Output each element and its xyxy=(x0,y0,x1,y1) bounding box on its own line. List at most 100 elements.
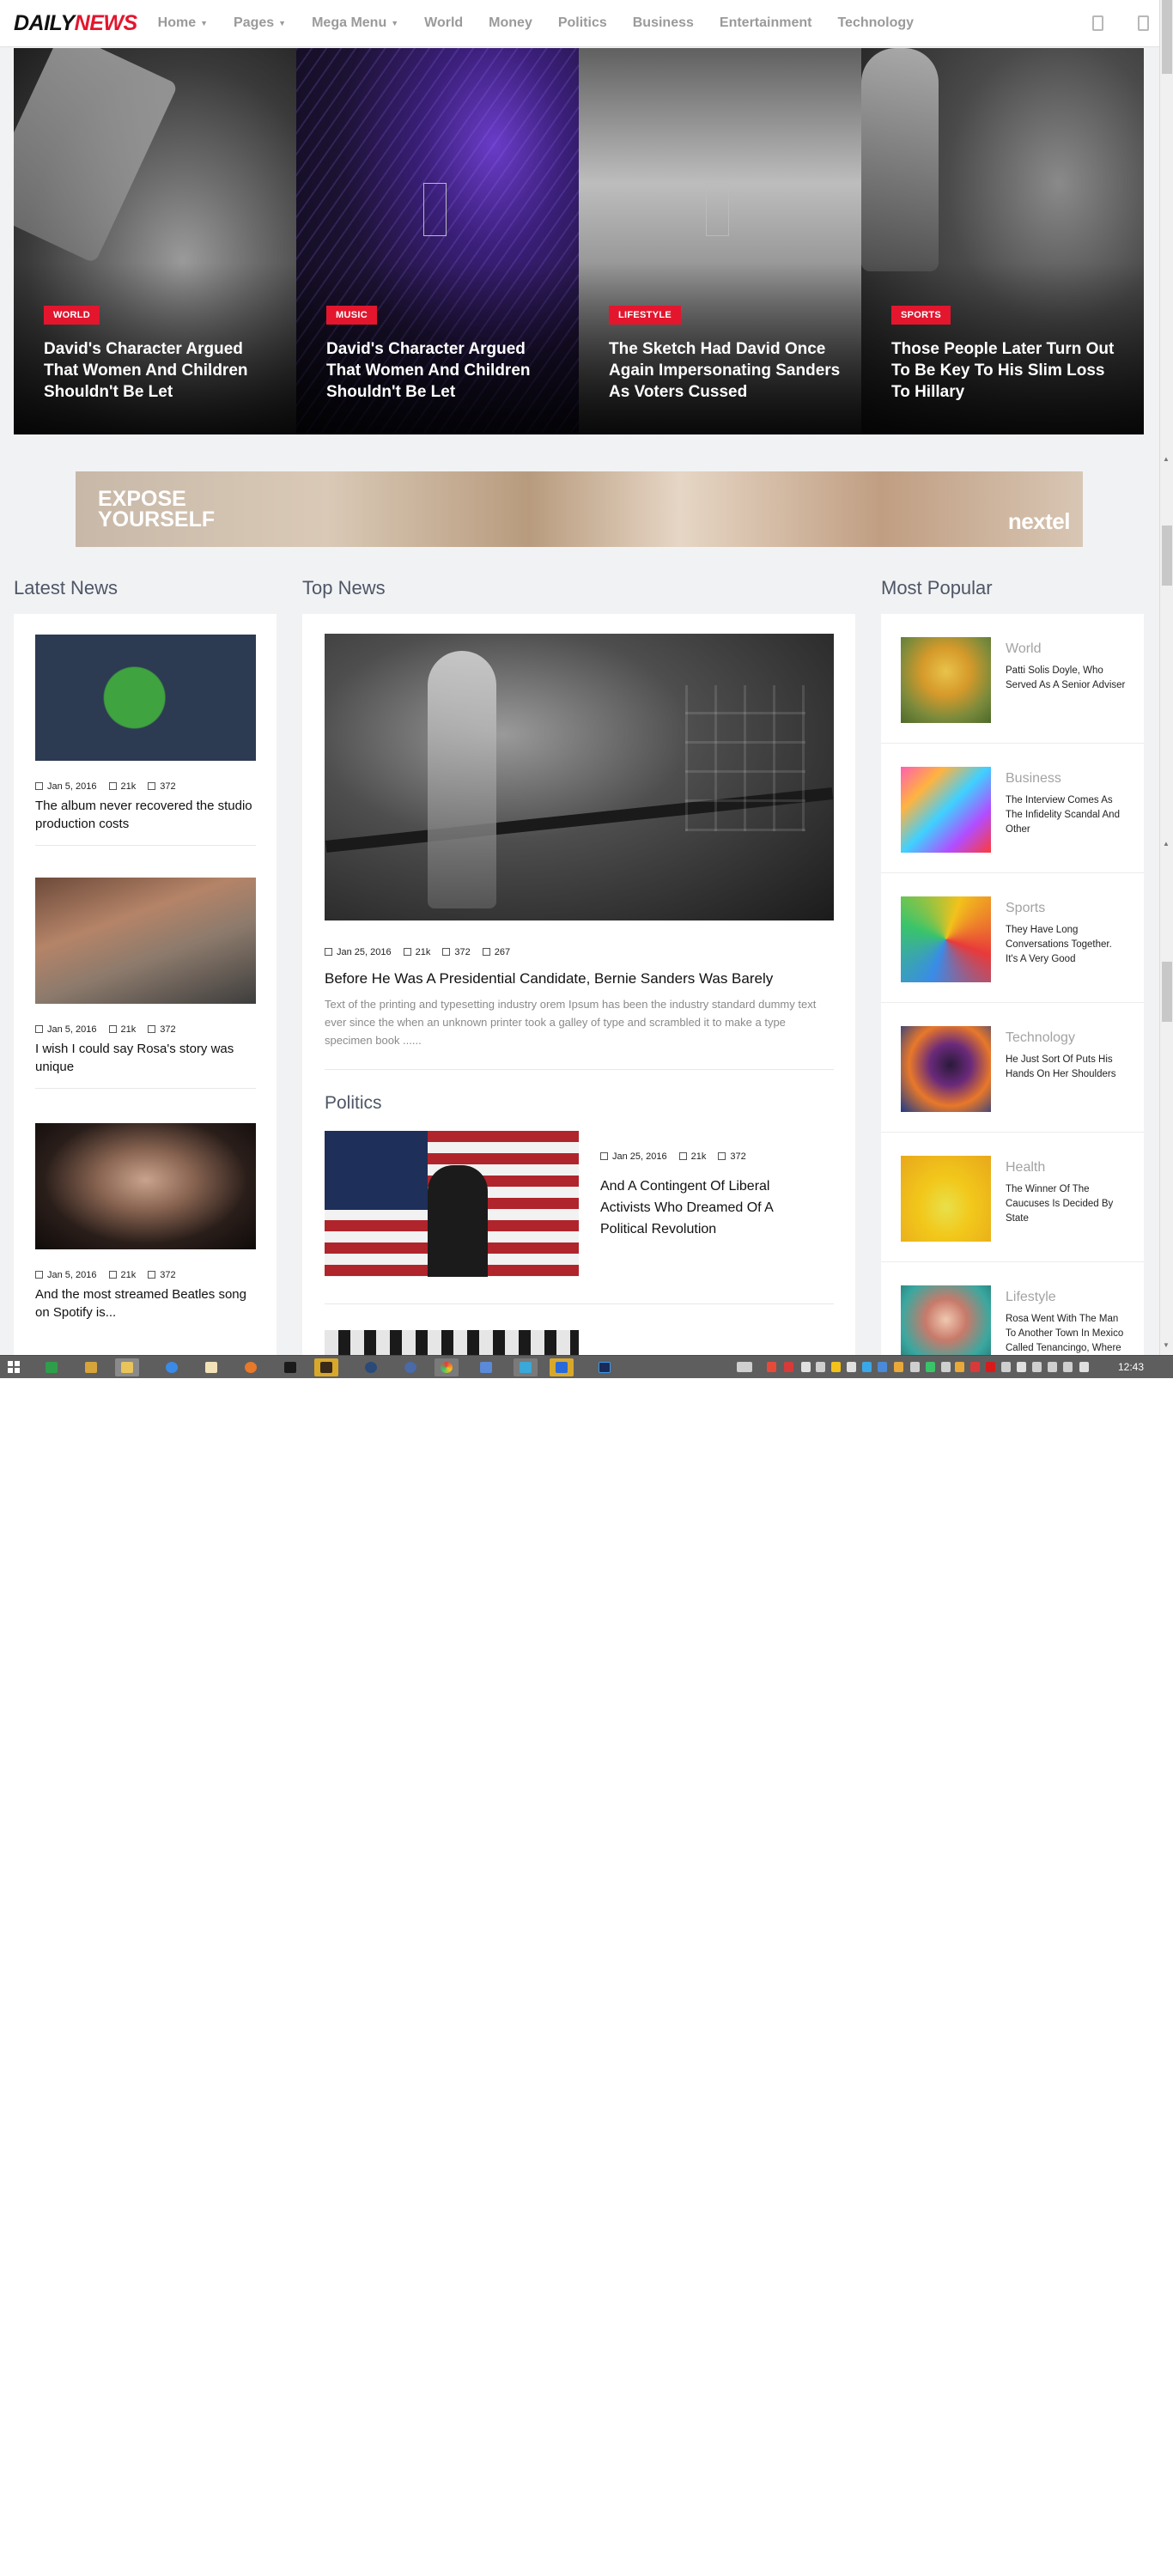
tray-app-icon[interactable] xyxy=(784,1362,793,1372)
popular-category[interactable]: World xyxy=(1006,641,1042,657)
list-item[interactable]: Jan 5, 2016 21k 372 And the most streame… xyxy=(35,1123,256,1321)
nav-politics[interactable]: Politics xyxy=(558,15,607,31)
acrobat-icon[interactable] xyxy=(986,1362,995,1372)
taskbar-app-explorer[interactable] xyxy=(115,1358,139,1376)
advertisement-banner[interactable]: EXPOSE YOURSELF nextel xyxy=(76,471,1083,547)
taskbar-app-outlook[interactable] xyxy=(550,1358,574,1376)
popular-item[interactable]: World Patti Solis Doyle, Who Served As A… xyxy=(881,614,1144,744)
hero-slide-world[interactable]: WORLD David's Character Argued That Wome… xyxy=(14,48,296,434)
post-title[interactable]: I wish I could say Rosa's story was uniq… xyxy=(35,1040,256,1076)
nav-world[interactable]: World xyxy=(424,15,463,31)
category-badge[interactable]: WORLD xyxy=(44,306,100,325)
category-badge[interactable]: MUSIC xyxy=(326,306,377,325)
popular-category[interactable]: Business xyxy=(1006,771,1061,787)
scrollbar-thumb[interactable] xyxy=(1162,962,1172,1022)
taskbar-app-network[interactable] xyxy=(79,1358,103,1376)
category-badge[interactable]: LIFESTYLE xyxy=(609,306,681,325)
tray-app-icon[interactable] xyxy=(767,1362,776,1372)
page-scrollbar[interactable]: ▲ ▲ ▼ xyxy=(1159,0,1173,1355)
popular-item[interactable]: Technology He Just Sort Of Puts His Hand… xyxy=(881,1003,1144,1133)
hero-slide-sports[interactable]: SPORTS Those People Later Turn Out To Be… xyxy=(861,48,1144,434)
tray-app-icon[interactable] xyxy=(801,1362,811,1372)
nav-home[interactable]: Home ▼ xyxy=(158,15,208,31)
post-title[interactable]: And A Contingent Of Liberal Activists Wh… xyxy=(600,1176,798,1240)
nav-technology[interactable]: Technology xyxy=(837,15,914,31)
taskbar-app-excel[interactable] xyxy=(40,1358,64,1376)
hero-slide-music[interactable]: MUSIC David's Character Argued That Wome… xyxy=(296,48,579,434)
tray-app-icon[interactable] xyxy=(926,1362,935,1372)
taskbar-app-ie[interactable] xyxy=(160,1358,184,1376)
popular-title[interactable]: Rosa Went With The Man To Another Town I… xyxy=(1006,1312,1126,1356)
taskbar-app-notes[interactable] xyxy=(199,1358,223,1376)
keyboard-icon[interactable] xyxy=(737,1362,752,1372)
tray-app-icon[interactable] xyxy=(910,1362,920,1372)
post-title[interactable]: Before He Was A Presidential Candidate, … xyxy=(325,970,834,987)
popular-title[interactable]: Patti Solis Doyle, Who Served As A Senio… xyxy=(1006,664,1126,693)
girl-ground-photo xyxy=(35,878,256,1004)
nav-business[interactable]: Business xyxy=(633,15,694,31)
popular-title[interactable]: They Have Long Conversations Together. I… xyxy=(1006,923,1126,967)
chevron-down-icon: ▼ xyxy=(278,19,287,27)
taskbar-app-active[interactable] xyxy=(314,1358,338,1376)
taskbar-app-firefox[interactable] xyxy=(239,1358,263,1376)
tray-app-icon[interactable] xyxy=(831,1362,841,1372)
volume-icon[interactable] xyxy=(1017,1362,1026,1372)
tray-app-icon[interactable] xyxy=(941,1362,951,1372)
nav-entertainment[interactable]: Entertainment xyxy=(720,15,812,31)
post-title[interactable]: And the most streamed Beatles song on Sp… xyxy=(35,1285,256,1321)
user-icon[interactable] xyxy=(1138,15,1149,31)
hero-slide-lifestyle[interactable]: LIFESTYLE The Sketch Had David Once Agai… xyxy=(579,48,861,434)
tray-app-icon[interactable] xyxy=(847,1362,856,1372)
nav-pages[interactable]: Pages ▼ xyxy=(234,15,286,31)
list-item[interactable]: Jan 5, 2016 21k 372 I wish I could say R… xyxy=(35,878,256,1089)
taskbar-app-photoshop[interactable] xyxy=(593,1358,617,1376)
tray-app-icon[interactable] xyxy=(970,1362,980,1372)
tray-app-icon[interactable] xyxy=(1032,1362,1042,1372)
slide-title[interactable]: David's Character Argued That Women And … xyxy=(326,338,558,403)
taskbar-app-steam[interactable] xyxy=(359,1358,383,1376)
mail-icon[interactable] xyxy=(894,1362,903,1372)
popular-category[interactable]: Lifestyle xyxy=(1006,1290,1056,1305)
site-logo[interactable]: DAILYNEWS xyxy=(14,11,137,36)
nav-mega-menu[interactable]: Mega Menu ▼ xyxy=(312,15,398,31)
post-title[interactable]: The album never recovered the studio pro… xyxy=(35,797,256,833)
taskbar-app-editor[interactable] xyxy=(474,1358,498,1376)
popular-title[interactable]: He Just Sort Of Puts His Hands On Her Sh… xyxy=(1006,1053,1126,1082)
popular-title[interactable]: The Winner Of The Caucuses Is Decided By… xyxy=(1006,1182,1126,1226)
taskbar-app-tool[interactable] xyxy=(514,1358,538,1376)
popular-category[interactable]: Sports xyxy=(1006,901,1045,916)
featured-post[interactable]: Jan 25, 2016 21k 372 267 Before He Was A… xyxy=(325,634,834,1070)
nav-money[interactable]: Money xyxy=(489,15,532,31)
tray-app-icon[interactable] xyxy=(878,1362,887,1372)
taskbar-app-globe[interactable] xyxy=(398,1358,422,1376)
scrollbar-thumb[interactable] xyxy=(1162,526,1172,586)
scrollbar-thumb[interactable] xyxy=(1162,0,1172,74)
taskbar-clock[interactable]: 12:43 xyxy=(1118,1361,1144,1373)
slide-title[interactable]: Those People Later Turn Out To Be Key To… xyxy=(891,338,1123,403)
popular-item[interactable]: Sports They Have Long Conversations Toge… xyxy=(881,873,1144,1003)
scroll-down-icon[interactable]: ▼ xyxy=(1163,1341,1170,1349)
politics-post[interactable]: Jan 25, 2016 21k 372 And A Contingent Of… xyxy=(325,1131,834,1277)
popular-category[interactable]: Technology xyxy=(1006,1030,1075,1046)
taskbar-app-terminal[interactable] xyxy=(278,1358,302,1376)
tray-app-icon[interactable] xyxy=(862,1362,872,1372)
tray-app-icon[interactable] xyxy=(1001,1362,1011,1372)
scroll-up-icon[interactable]: ▲ xyxy=(1163,455,1170,463)
popular-title[interactable]: The Interview Comes As The Infidelity Sc… xyxy=(1006,793,1126,837)
tray-app-icon[interactable] xyxy=(1063,1362,1073,1372)
slide-title[interactable]: David's Character Argued That Women And … xyxy=(44,338,276,403)
windows-start-icon[interactable] xyxy=(8,1361,21,1374)
popular-category[interactable]: Health xyxy=(1006,1160,1045,1176)
tray-app-icon[interactable] xyxy=(955,1362,964,1372)
battery-icon[interactable] xyxy=(1079,1362,1089,1372)
popular-item[interactable]: Health The Winner Of The Caucuses Is Dec… xyxy=(881,1133,1144,1262)
list-item[interactable]: Jan 5, 2016 21k 372 The album never reco… xyxy=(35,635,256,846)
taskbar-app-chrome[interactable] xyxy=(435,1358,459,1376)
signal-icon[interactable] xyxy=(816,1362,825,1372)
popular-item[interactable]: Business The Interview Comes As The Infi… xyxy=(881,744,1144,873)
scroll-up-icon[interactable]: ▲ xyxy=(1163,840,1170,848)
slide-title[interactable]: The Sketch Had David Once Again Imperson… xyxy=(609,338,841,403)
search-icon[interactable] xyxy=(1092,15,1103,31)
category-badge[interactable]: SPORTS xyxy=(891,306,951,325)
tray-app-icon[interactable] xyxy=(1048,1362,1057,1372)
